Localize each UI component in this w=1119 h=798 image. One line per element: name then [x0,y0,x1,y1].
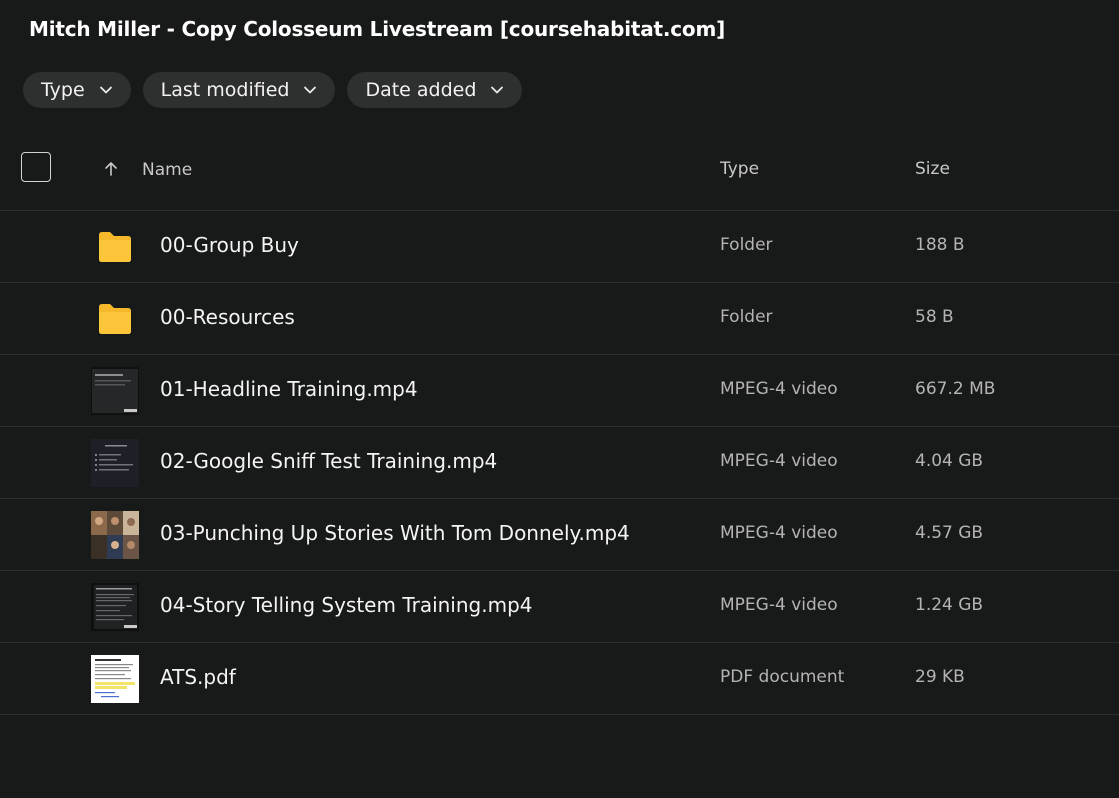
file-type: Folder [720,307,773,327]
last-modified-filter-button[interactable]: Last modified [142,72,336,108]
file-size: 188 B [915,235,965,255]
filter-bar: Type Last modified Date added [23,72,523,108]
type-filter-label: Type [41,79,85,101]
video-thumbnail [91,583,139,631]
file-name: 03-Punching Up Stories With Tom Donnely.… [160,521,630,545]
chevron-down-icon [303,83,317,97]
table-row[interactable]: 00-Resources Folder 58 B [0,283,1119,355]
type-column-header[interactable]: Type [720,159,759,179]
pdf-thumbnail [91,655,139,703]
file-size: 667.2 MB [915,379,996,399]
video-thumbnail [91,511,139,559]
file-name: 00-Group Buy [160,233,299,257]
date-added-filter-label: Date added [365,79,477,101]
table-row[interactable]: 01-Headline Training.mp4 MPEG-4 video 66… [0,355,1119,427]
table-row[interactable]: 03-Punching Up Stories With Tom Donnely.… [0,499,1119,571]
date-added-filter-button[interactable]: Date added [347,72,523,108]
folder-icon [97,231,133,263]
chevron-down-icon [490,83,504,97]
file-type: PDF document [720,667,845,687]
table-row[interactable]: 02-Google Sniff Test Training.mp4 MPEG-4… [0,427,1119,499]
sort-ascending-icon[interactable] [102,160,120,178]
file-size: 4.04 GB [915,451,984,471]
file-list: 00-Group Buy Folder 188 B 00-Resources F… [0,211,1119,715]
file-size: 58 B [915,307,954,327]
page-title: Mitch Miller - Copy Colosseum Livestream… [29,17,726,41]
file-size: 29 KB [915,667,965,687]
table-header: Name Type Size [0,140,1119,211]
file-type: Folder [720,235,773,255]
type-filter-button[interactable]: Type [23,72,131,108]
file-name: 02-Google Sniff Test Training.mp4 [160,449,498,473]
file-type: MPEG-4 video [720,451,838,471]
file-type: MPEG-4 video [720,595,838,615]
file-type: MPEG-4 video [720,379,838,399]
video-thumbnail [91,439,139,487]
select-all-checkbox[interactable] [21,152,51,182]
size-column-header[interactable]: Size [915,159,950,179]
last-modified-filter-label: Last modified [160,79,290,101]
file-size: 1.24 GB [915,595,984,615]
table-row[interactable]: ATS.pdf PDF document 29 KB [0,643,1119,715]
chevron-down-icon [99,83,113,97]
file-size: 4.57 GB [915,523,984,543]
file-name: ATS.pdf [160,665,236,689]
table-row[interactable]: 00-Group Buy Folder 188 B [0,211,1119,283]
file-name: 01-Headline Training.mp4 [160,377,418,401]
video-thumbnail [91,367,139,415]
file-name: 00-Resources [160,305,295,329]
table-row[interactable]: 04-Story Telling System Training.mp4 MPE… [0,571,1119,643]
folder-icon [97,303,133,335]
file-type: MPEG-4 video [720,523,838,543]
file-name: 04-Story Telling System Training.mp4 [160,593,533,617]
name-column-header[interactable]: Name [142,160,192,180]
